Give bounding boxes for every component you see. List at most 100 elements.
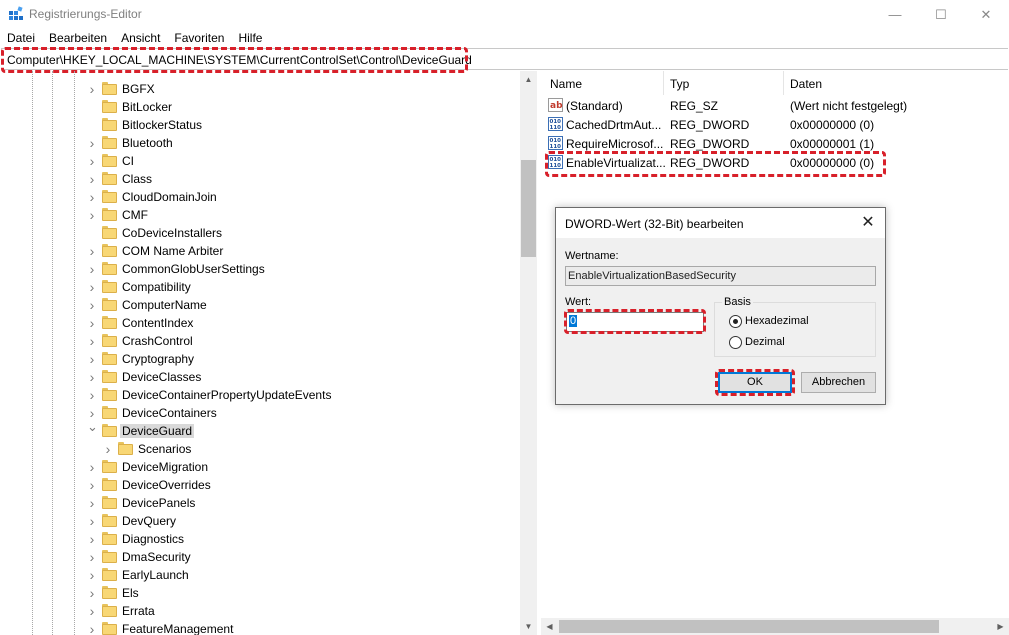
tree-item-label[interactable]: DeviceContainerPropertyUpdateEvents [122, 388, 331, 402]
tree-item[interactable]: › CI [0, 152, 520, 170]
chevron-right-icon[interactable]: › [87, 514, 97, 528]
column-name[interactable]: Name [550, 77, 582, 91]
chevron-right-icon[interactable]: › [87, 334, 97, 348]
tree-item-label[interactable]: Cryptography [122, 352, 194, 366]
column-data[interactable]: Daten [790, 77, 822, 91]
cancel-button[interactable]: Abbrechen [801, 372, 876, 393]
chevron-right-icon[interactable]: › [87, 532, 97, 546]
tree-item-label[interactable]: DeviceMigration [122, 460, 208, 474]
tree-item[interactable]: › CommonGlobUserSettings [0, 260, 520, 278]
tree-item-label[interactable]: Compatibility [122, 280, 191, 294]
chevron-down-icon[interactable]: ⌄ [87, 420, 98, 433]
tree-item-label[interactable]: DmaSecurity [122, 550, 191, 564]
list-horizontal-scrollbar[interactable]: ◀ ▶ [541, 618, 1009, 635]
chevron-right-icon[interactable]: › [87, 262, 97, 276]
minimize-button[interactable]: — [872, 0, 918, 29]
tree-item[interactable]: › DeviceOverrides [0, 476, 520, 494]
tree-item[interactable]: › Bluetooth [0, 134, 520, 152]
chevron-right-icon[interactable]: › [87, 370, 97, 384]
tree-item[interactable]: › ComputerName [0, 296, 520, 314]
scroll-up-icon[interactable]: ▲ [520, 71, 537, 88]
tree-item[interactable]: CoDeviceInstallers [0, 224, 520, 242]
column-type[interactable]: Typ [670, 77, 689, 91]
tree-item[interactable]: › Compatibility [0, 278, 520, 296]
scroll-right-icon[interactable]: ▶ [992, 618, 1009, 635]
radio-hexadecimal[interactable] [729, 315, 742, 328]
chevron-right-icon[interactable]: › [87, 208, 97, 222]
chevron-right-icon[interactable]: › [87, 388, 97, 402]
chevron-right-icon[interactable]: › [87, 406, 97, 420]
chevron-right-icon[interactable]: › [103, 442, 113, 456]
tree-item-label[interactable]: Els [122, 586, 139, 600]
chevron-right-icon[interactable]: › [87, 82, 97, 96]
tree-item-label[interactable]: ComputerName [122, 298, 207, 312]
chevron-right-icon[interactable]: › [87, 244, 97, 258]
chevron-right-icon[interactable]: › [87, 298, 97, 312]
tree-item[interactable]: › Errata [0, 602, 520, 620]
tree-item[interactable]: › DevicePanels [0, 494, 520, 512]
tree-item[interactable]: › DevQuery [0, 512, 520, 530]
menu-favoriten[interactable]: Favoriten [167, 30, 231, 47]
chevron-right-icon[interactable]: › [87, 154, 97, 168]
tree-item-label[interactable]: DevQuery [122, 514, 176, 528]
tree-item-label[interactable]: CoDeviceInstallers [122, 226, 222, 240]
radio-hexadecimal-label[interactable]: Hexadezimal [745, 315, 809, 327]
chevron-right-icon[interactable]: › [87, 280, 97, 294]
chevron-right-icon[interactable]: › [87, 622, 97, 635]
tree-item-label[interactable]: DeviceClasses [122, 370, 201, 384]
scroll-down-icon[interactable]: ▼ [520, 618, 537, 635]
tree-item-label[interactable]: DeviceContainers [122, 406, 217, 420]
tree-item[interactable]: › Diagnostics [0, 530, 520, 548]
menu-bearbeiten[interactable]: Bearbeiten [42, 30, 114, 47]
chevron-right-icon[interactable]: › [87, 172, 97, 186]
tree-item-label[interactable]: EarlyLaunch [122, 568, 189, 582]
chevron-right-icon[interactable]: › [87, 550, 97, 564]
tree-item[interactable]: › DeviceClasses [0, 368, 520, 386]
tree-item-label[interactable]: DevicePanels [122, 496, 195, 510]
chevron-right-icon[interactable]: › [87, 352, 97, 366]
tree-item-label[interactable]: Scenarios [138, 442, 191, 456]
tree-vertical-scrollbar[interactable]: ▲ ▼ [520, 71, 537, 635]
tree-item[interactable]: › BGFX [0, 80, 520, 98]
tree-item[interactable]: › COM Name Arbiter [0, 242, 520, 260]
column-divider[interactable] [663, 71, 664, 95]
tree-item-label[interactable]: CommonGlobUserSettings [122, 262, 265, 276]
chevron-right-icon[interactable]: › [87, 190, 97, 204]
tree-item-label[interactable]: BitLocker [122, 100, 172, 114]
chevron-right-icon[interactable]: › [87, 604, 97, 618]
tree-item[interactable]: ⌄ DeviceGuard [0, 420, 520, 440]
scroll-thumb[interactable] [521, 160, 536, 257]
tree-item[interactable]: › DeviceMigration [0, 458, 520, 476]
chevron-right-icon[interactable]: › [87, 478, 97, 492]
tree-item[interactable]: › FeatureManagement [0, 620, 520, 635]
menu-hilfe[interactable]: Hilfe [231, 30, 269, 47]
tree-item[interactable]: BitLocker [0, 98, 520, 116]
tree-item-label[interactable]: FeatureManagement [122, 622, 233, 635]
tree-item-label[interactable]: COM Name Arbiter [122, 244, 223, 258]
tree-item[interactable]: › CMF [0, 206, 520, 224]
tree-item[interactable]: › Cryptography [0, 350, 520, 368]
chevron-right-icon[interactable]: › [87, 496, 97, 510]
menu-ansicht[interactable]: Ansicht [114, 30, 167, 47]
tree-item[interactable]: › CrashControl [0, 332, 520, 350]
tree-item-label[interactable]: Diagnostics [122, 532, 184, 546]
tree-item[interactable]: › DmaSecurity [0, 548, 520, 566]
chevron-right-icon[interactable]: › [87, 136, 97, 150]
tree-item-label[interactable]: DeviceOverrides [122, 478, 211, 492]
value-row[interactable]: 010 110 CachedDrtmAut... REG_DWORD 0x0000000… [541, 115, 1009, 134]
scroll-left-icon[interactable]: ◀ [541, 618, 558, 635]
tree-item-label[interactable]: BitlockerStatus [122, 118, 202, 132]
tree-item-label[interactable]: CI [122, 154, 134, 168]
tree-item-label[interactable]: Errata [122, 604, 155, 618]
tree-item[interactable]: BitlockerStatus [0, 116, 520, 134]
tree-item[interactable]: › DeviceContainers [0, 404, 520, 422]
tree-item[interactable]: › Els [0, 584, 520, 602]
chevron-right-icon[interactable]: › [87, 586, 97, 600]
tree-item-label[interactable]: CrashControl [122, 334, 193, 348]
radio-decimal[interactable] [729, 336, 742, 349]
maximize-button[interactable]: ☐ [918, 0, 964, 29]
chevron-right-icon[interactable]: › [87, 316, 97, 330]
tree-item[interactable]: › CloudDomainJoin [0, 188, 520, 206]
scroll-thumb[interactable] [559, 620, 939, 633]
tree-item[interactable]: › Scenarios [0, 440, 520, 458]
